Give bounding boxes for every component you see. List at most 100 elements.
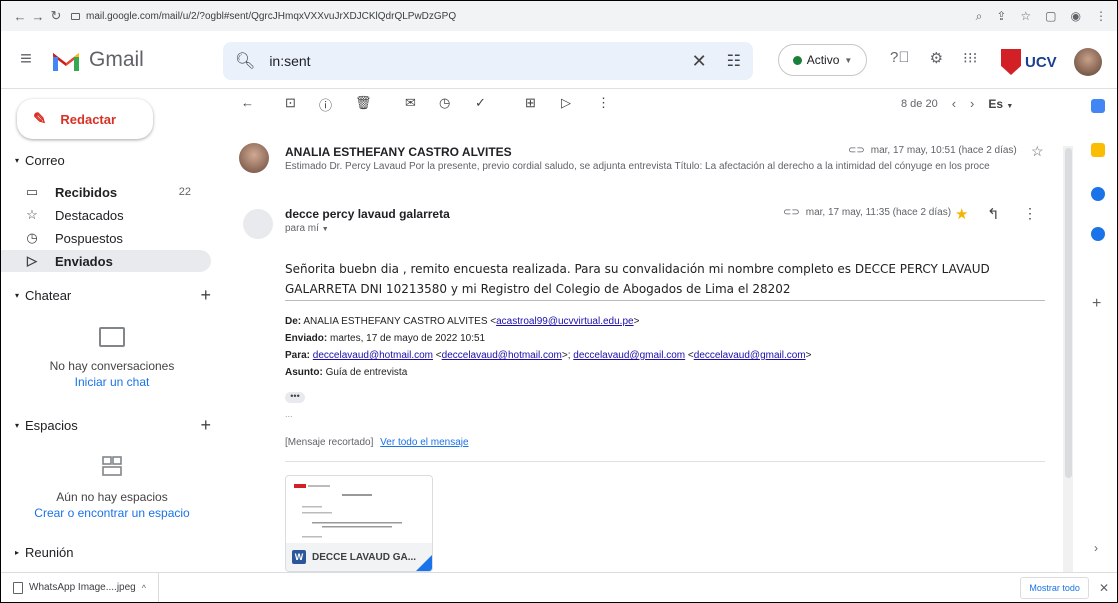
back-arrow-icon[interactable]: ←: [11, 9, 29, 24]
from-email-link[interactable]: acastroal99@ucvvirtual.edu.pe: [496, 316, 633, 327]
ucv-shield-icon: [1001, 49, 1021, 75]
view-full-message-link[interactable]: Ver todo el mensaje: [380, 437, 468, 448]
spaces-section-header[interactable]: ▾ Espacios +: [15, 415, 211, 436]
help-icon[interactable]: ?⃝: [890, 49, 910, 67]
settings-gear-icon[interactable]: ⚙: [930, 49, 943, 67]
add-task-icon[interactable]: ✓: [475, 95, 486, 111]
archive-icon[interactable]: ⊡: [285, 95, 296, 111]
snooze-icon[interactable]: ◷: [439, 95, 450, 111]
trimmed-ellipsis: ...: [285, 409, 293, 419]
apps-grid-icon[interactable]: ⁝⁝⁝: [963, 49, 977, 67]
zoom-icon[interactable]: ⌕: [976, 9, 983, 24]
tab-icon[interactable]: ▢: [1045, 9, 1056, 24]
chat-bubble-icon: [99, 327, 125, 347]
gmail-header: ≡ Gmail 🔍︎ in:sent ✕ ☷ Activo ▼ ?⃝ ⚙ ⁝⁝⁝…: [1, 31, 1117, 89]
delete-icon[interactable]: 🗑︎: [355, 95, 372, 111]
account-avatar[interactable]: [1074, 48, 1102, 76]
meet-section-header[interactable]: ▸ Reunión: [15, 545, 211, 560]
collapse-caret-icon: ▾: [15, 421, 20, 430]
language-label: Es: [988, 96, 1004, 111]
reload-icon[interactable]: ↻: [47, 8, 65, 24]
sidebar-item-sent[interactable]: ▷ Enviados: [1, 250, 211, 272]
starred-icon[interactable]: ★: [955, 205, 968, 223]
search-options-icon[interactable]: ☷: [727, 51, 741, 71]
find-space-link[interactable]: Crear o encontrar un espacio: [1, 506, 223, 520]
downloads-bar: WhatsApp Image....jpeg ^ Mostrar todo ✕: [1, 572, 1117, 602]
input-tools-button[interactable]: Es ▼: [988, 97, 1013, 111]
compose-button[interactable]: ✎ Redactar: [17, 99, 153, 139]
hide-panel-chevron-icon[interactable]: ›: [1094, 541, 1098, 555]
main-menu-icon[interactable]: ≡: [1, 48, 51, 71]
attachment-name: DECCE LAVAUD GA...: [312, 551, 417, 563]
to-email-link[interactable]: deccelavaud@gmail.com: [573, 350, 685, 361]
back-to-list-icon[interactable]: ←: [241, 95, 254, 110]
star-toggle-icon[interactable]: ☆: [1031, 143, 1044, 160]
gmail-logo[interactable]: Gmail: [51, 48, 223, 72]
to-email-link[interactable]: deccelavaud@hotmail.com: [313, 350, 433, 361]
download-item[interactable]: WhatsApp Image....jpeg ^: [1, 572, 159, 602]
address-bar[interactable]: mail.google.com/mail/u/2/?ogbl#sent/Qgrc…: [71, 11, 456, 22]
tasks-icon[interactable]: [1091, 187, 1105, 201]
attachment-card[interactable]: W DECCE LAVAUD GA...: [285, 475, 433, 572]
header-icons: ?⃝ ⚙ ⁝⁝⁝: [890, 49, 977, 67]
report-spam-icon[interactable]: ⓘ: [319, 95, 332, 114]
clear-search-icon[interactable]: ✕: [692, 51, 707, 72]
word-doc-icon: W: [292, 550, 306, 564]
profile-icon[interactable]: ◉: [1071, 9, 1081, 24]
label-icon[interactable]: ▷: [561, 95, 571, 111]
collapsed-message[interactable]: ANALIA ESTHEFANY CASTRO ALVITES Estimado…: [223, 137, 1044, 187]
reply-icon[interactable]: ↰: [987, 205, 1000, 223]
menu-dots-icon[interactable]: ⋮: [1095, 9, 1107, 24]
message-more-icon[interactable]: ⋮: [1023, 205, 1037, 222]
to-email-link[interactable]: deccelavaud@hotmail.com: [442, 350, 562, 361]
sidebar-item-snoozed[interactable]: ◷ Pospuestos: [1, 227, 211, 249]
browser-toolbar: ← → ↻ mail.google.com/mail/u/2/?ogbl#sen…: [1, 1, 1117, 31]
move-to-icon[interactable]: ⊞: [525, 95, 536, 111]
sidebar-item-starred[interactable]: ☆ Destacados: [1, 204, 211, 226]
show-trimmed-button[interactable]: •••: [285, 392, 305, 403]
recipient-text: para mí: [285, 223, 319, 234]
search-bar[interactable]: 🔍︎ in:sent ✕ ☷: [223, 42, 753, 80]
next-page-icon[interactable]: ›: [970, 96, 974, 111]
chevron-up-icon[interactable]: ^: [142, 583, 146, 593]
status-button[interactable]: Activo ▼: [778, 44, 867, 76]
prev-page-icon[interactable]: ‹: [952, 96, 956, 111]
more-options-icon[interactable]: ⋮: [597, 95, 610, 111]
mail-section-header[interactable]: ▾ Correo: [15, 153, 211, 168]
date-text: mar, 17 may, 11:35 (hace 2 días): [805, 207, 952, 218]
show-all-button[interactable]: Mostrar todo: [1020, 576, 1089, 599]
search-input[interactable]: in:sent: [269, 53, 310, 69]
add-chat-icon[interactable]: +: [200, 285, 211, 306]
search-icon[interactable]: 🔍︎: [235, 51, 255, 71]
mark-unread-icon[interactable]: ✉: [405, 95, 416, 111]
keep-icon[interactable]: [1091, 143, 1105, 157]
add-space-icon[interactable]: +: [200, 415, 211, 436]
close-downloads-icon[interactable]: ✕: [1099, 581, 1109, 595]
scrollbar-thumb[interactable]: [1065, 148, 1072, 478]
chevron-down-icon: ▼: [844, 55, 853, 65]
forward-arrow-icon[interactable]: →: [29, 9, 47, 24]
message-body: Señorita buebn dia , remito encuesta rea…: [285, 262, 990, 296]
date-text: mar, 17 may, 10:51 (hace 2 días): [870, 145, 1017, 156]
org-logo[interactable]: UCV: [1001, 47, 1063, 77]
message-date: ⊂⊃ mar, 17 may, 10:51 (hace 2 días): [848, 145, 1017, 156]
bookmark-star-icon[interactable]: ☆: [1020, 9, 1031, 24]
spaces-icon: [102, 456, 122, 476]
url-text: mail.google.com/mail/u/2/?ogbl#sent/Qgrc…: [86, 10, 457, 22]
clock-icon: ◷: [26, 230, 38, 245]
recipient-toggle[interactable]: para mí ▼: [285, 223, 329, 234]
sidebar-item-inbox[interactable]: ▭ Recibidos 22: [1, 181, 211, 203]
get-addons-icon[interactable]: +: [1092, 295, 1101, 313]
share-icon[interactable]: ⇪: [996, 9, 1006, 24]
contacts-icon[interactable]: [1091, 227, 1105, 241]
unread-count: 22: [178, 186, 191, 198]
chat-section-header[interactable]: ▾ Chatear +: [15, 285, 211, 306]
subject-value: Guía de entrevista: [325, 367, 408, 378]
start-chat-link[interactable]: Iniciar un chat: [1, 375, 223, 389]
to-line: Para: deccelavaud@hotmail.com <deccelava…: [285, 350, 812, 361]
document-preview-thumbnail: [294, 484, 402, 538]
divider: [285, 300, 1045, 301]
sent-line: Enviado: martes, 17 de mayo de 2022 10:5…: [285, 330, 1045, 347]
calendar-icon[interactable]: [1091, 99, 1105, 113]
to-email-link[interactable]: deccelavaud@gmail.com: [694, 350, 806, 361]
